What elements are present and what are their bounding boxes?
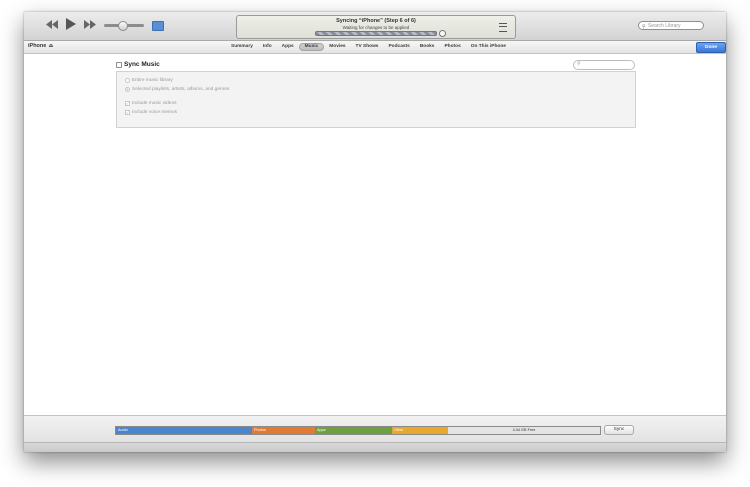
device-name[interactable]: iPhone ⏏ — [28, 43, 54, 49]
itunes-window: Syncing “iPhone” (Step 6 of 6) Waiting f… — [24, 12, 726, 452]
option-voice-memos[interactable]: ✓ Include voice memos — [125, 110, 177, 115]
capacity-free: 4.34 GB Free — [448, 427, 600, 434]
capacity-segment-apps: Apps — [315, 427, 392, 434]
tab-podcasts[interactable]: Podcasts — [383, 43, 414, 51]
radio-selected[interactable] — [125, 87, 130, 92]
device-tab-bar: iPhone ⏏ Summary Info Apps Music Movies TV Sho… — [24, 41, 726, 54]
capacity-segment-audio: Audio — [116, 427, 252, 434]
tab-books[interactable]: Books — [415, 43, 440, 51]
tab-photos[interactable]: Photos — [439, 43, 465, 51]
checkbox-music-videos[interactable]: ✓ — [125, 101, 130, 106]
sync-music-checkbox[interactable] — [116, 61, 122, 68]
tab-info[interactable]: Info — [258, 43, 277, 51]
option-voice-memos-label: Include voice memos — [132, 110, 178, 115]
tab-summary[interactable]: Summary — [226, 43, 258, 51]
sync-music-label: Sync Music — [124, 61, 160, 68]
play-icon[interactable] — [66, 18, 76, 30]
list-icon[interactable] — [499, 23, 507, 32]
option-music-videos[interactable]: ✓ Include music videos — [125, 101, 177, 106]
tab-movies[interactable]: Movies — [324, 43, 350, 51]
tab-apps[interactable]: Apps — [277, 43, 299, 51]
toolbar: Syncing “iPhone” (Step 6 of 6) Waiting f… — [24, 12, 726, 41]
cancel-sync-icon[interactable] — [439, 30, 446, 37]
sync-music-row[interactable]: Sync Music — [116, 61, 160, 68]
capacity-segment-photos: Photos — [252, 427, 315, 434]
capacity-bar: Audio Photos Apps Other 4.34 GB Free — [115, 426, 601, 435]
volume-knob[interactable] — [118, 21, 128, 31]
checkbox-voice-memos[interactable]: ✓ — [125, 110, 130, 115]
radio-entire-library[interactable] — [125, 78, 130, 83]
capacity-segment-other: Other — [392, 427, 448, 434]
device-name-label: iPhone — [28, 43, 47, 49]
tab-list: Summary Info Apps Music Movies TV Shows Podcas… — [226, 42, 511, 52]
tab-tv-shows[interactable]: TV Shows — [351, 43, 384, 51]
search-library-placeholder: Search Library — [648, 23, 681, 29]
done-button[interactable]: Done — [696, 42, 726, 53]
sync-options-panel: Entire music library Selected playlists,… — [116, 71, 636, 128]
capacity-bar-area: Audio Photos Apps Other 4.34 GB Free Sync — [24, 415, 726, 442]
airplay-icon[interactable] — [152, 21, 164, 31]
option-entire-library-label: Entire music library — [132, 78, 173, 83]
option-music-videos-label: Include music videos — [132, 101, 177, 106]
search-music-input[interactable]: ⚲ — [573, 60, 635, 70]
eject-icon[interactable]: ⏏ — [48, 43, 53, 49]
tab-music[interactable]: Music — [298, 43, 325, 51]
search-icon: ⚲ — [642, 24, 646, 30]
search-icon: ⚲ — [577, 61, 581, 67]
option-selected[interactable]: Selected playlists, artists, albums, and… — [125, 87, 229, 92]
fast-forward-icon[interactable] — [84, 20, 96, 29]
sync-progress-bar — [315, 31, 437, 36]
tab-on-this-iphone[interactable]: On This iPhone — [466, 43, 511, 51]
status-strip — [24, 442, 726, 452]
option-entire-library[interactable]: Entire music library — [125, 78, 173, 83]
option-selected-label: Selected playlists, artists, albums, and… — [132, 87, 230, 92]
search-library-input[interactable]: ⚲ Search Library — [638, 21, 704, 30]
sync-button[interactable]: Sync — [604, 425, 634, 435]
sync-status-title: Syncing “iPhone” (Step 6 of 6) — [336, 18, 416, 24]
status-display: Syncing “iPhone” (Step 6 of 6) Waiting f… — [236, 15, 516, 39]
rewind-icon[interactable] — [46, 20, 58, 29]
